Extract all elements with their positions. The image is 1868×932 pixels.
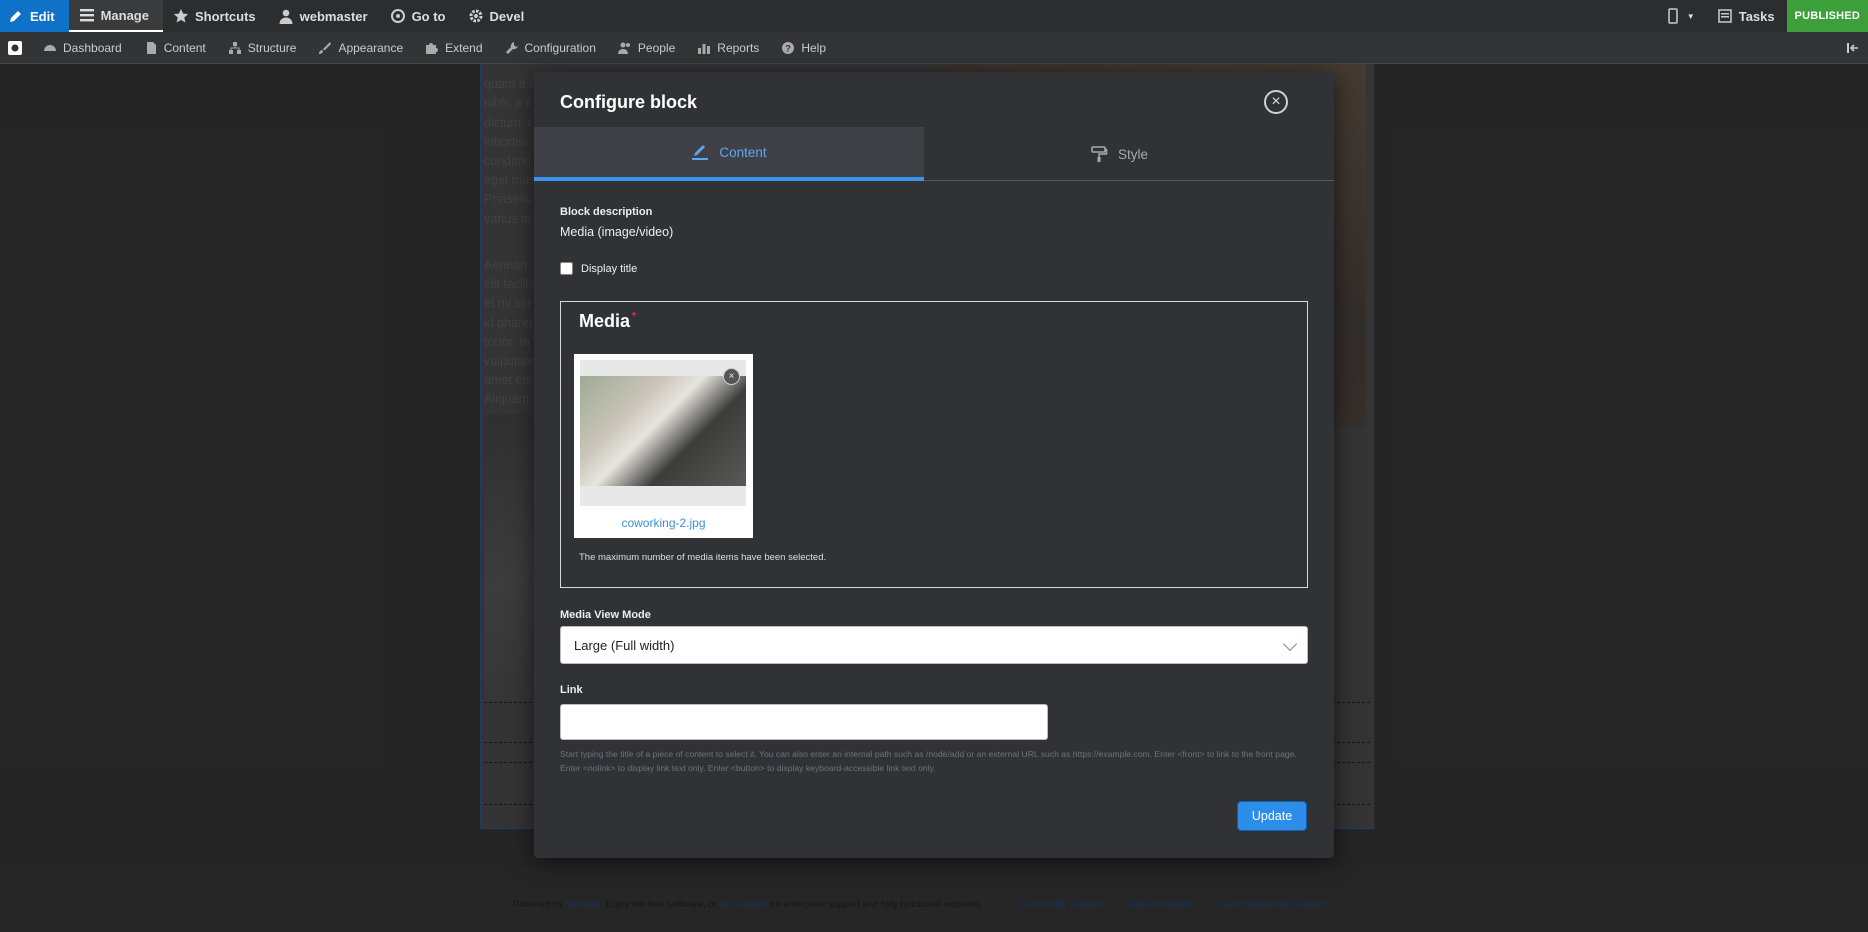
- shortcuts-tab[interactable]: Shortcuts: [163, 0, 268, 32]
- goto-icon: [390, 9, 405, 23]
- pencil-icon: [692, 145, 709, 160]
- document-icon: [146, 41, 156, 54]
- configure-block-dialog: Configure block × Content Style Block de…: [534, 72, 1334, 858]
- media-fieldset: Media * × coworking-2.jpg The maximum num…: [560, 301, 1308, 588]
- block-description-label: Block description: [560, 206, 653, 218]
- tasks-tab[interactable]: Tasks: [1707, 0, 1787, 32]
- tray-item-structure[interactable]: Structure: [217, 32, 308, 64]
- user-tab[interactable]: webmaster: [268, 0, 380, 32]
- admin-toolbar: Edit Manage Shortcuts webmaster Go to De…: [0, 0, 1868, 32]
- media-preview-image: [580, 376, 746, 486]
- tasks-label: Tasks: [1738, 8, 1775, 24]
- media-filename[interactable]: coworking-2.jpg: [574, 516, 753, 530]
- wrench-icon: [505, 41, 518, 54]
- update-button[interactable]: Update: [1237, 801, 1307, 831]
- tab-style[interactable]: Style: [924, 127, 1314, 181]
- view-mode-value: Large (Full width): [574, 637, 675, 653]
- required-marker: *: [632, 311, 636, 322]
- people-icon: [617, 42, 630, 54]
- tray-item-label: Structure: [247, 40, 297, 55]
- tray-item-dashboard[interactable]: Dashboard: [32, 32, 133, 64]
- block-description-value: Media (image/video): [560, 225, 674, 239]
- tray-item-label: Extend: [445, 40, 483, 55]
- media-item[interactable]: × coworking-2.jpg: [574, 354, 753, 538]
- link-label: Link: [560, 684, 583, 696]
- link-input[interactable]: [560, 704, 1048, 740]
- edit-label: Edit: [30, 8, 55, 24]
- status-badge: PUBLISHED: [1786, 0, 1868, 32]
- dashboard-icon: [44, 44, 56, 51]
- media-legend-label: Media: [579, 311, 631, 331]
- puzzle-icon: [426, 42, 439, 54]
- paint-roller-icon: [1091, 146, 1108, 162]
- pencil-icon: [10, 11, 21, 22]
- svg-text:?: ?: [786, 43, 792, 53]
- help-icon: ?: [782, 41, 795, 54]
- tab-label: Content: [719, 144, 767, 160]
- edit-toggle[interactable]: Edit: [0, 0, 69, 32]
- user-icon: [279, 9, 293, 24]
- tab-content[interactable]: Content: [534, 127, 924, 181]
- close-button[interactable]: ×: [1264, 90, 1288, 114]
- tray-item-extend[interactable]: Extend: [414, 32, 493, 64]
- view-mode-label: Media View Mode: [560, 609, 651, 621]
- user-label: webmaster: [299, 8, 368, 24]
- bar-chart-icon: [698, 43, 711, 54]
- devel-label: Devel: [489, 8, 525, 24]
- tray-item-label: Reports: [717, 40, 760, 55]
- caret-down-icon: ▼: [1686, 11, 1695, 21]
- chevron-down-icon: [1282, 636, 1298, 652]
- view-mode-select[interactable]: Large (Full width): [560, 626, 1308, 664]
- devel-tab[interactable]: Devel: [458, 0, 537, 32]
- structure-icon: [228, 41, 241, 54]
- collapse-sidebar-icon: [1847, 42, 1858, 53]
- tray-item-label: Configuration: [524, 40, 596, 55]
- close-icon: ×: [728, 371, 735, 382]
- tray-item-content[interactable]: Content: [133, 32, 217, 64]
- responsive-preview-button[interactable]: ▼: [1655, 0, 1707, 32]
- tray-orientation-toggle[interactable]: [1835, 32, 1868, 64]
- tab-label: Style: [1117, 146, 1148, 162]
- dialog-title: Configure block: [560, 92, 698, 112]
- brush-icon: [319, 41, 332, 54]
- gear-icon: [469, 9, 482, 23]
- manage-tab[interactable]: Manage: [68, 0, 163, 32]
- close-icon: ×: [1271, 93, 1281, 110]
- media-legend: Media *: [579, 311, 636, 332]
- dialog-tabs: Content Style: [534, 127, 1334, 181]
- tray-item-label: People: [637, 40, 676, 55]
- link-help-text: Start typing the title of a piece of con…: [560, 749, 1297, 773]
- tasks-icon: [1717, 9, 1732, 23]
- manage-label: Manage: [100, 7, 149, 23]
- admin-tray: Dashboard Content Structure Appearance E…: [0, 32, 1868, 64]
- tray-item-label: Help: [801, 40, 826, 55]
- tray-item-appearance[interactable]: Appearance: [307, 32, 414, 64]
- star-icon: [173, 9, 189, 23]
- home-logo[interactable]: [0, 32, 32, 64]
- remove-media-button[interactable]: ×: [723, 368, 740, 385]
- drupal-logo-icon: [8, 40, 22, 55]
- device-icon: [1668, 8, 1678, 24]
- tray-item-label: Dashboard: [63, 40, 122, 55]
- media-limit-notice: The maximum number of media items have b…: [579, 552, 827, 563]
- media-thumbnail: ×: [580, 360, 746, 506]
- display-title-field: Display title: [560, 262, 637, 275]
- shortcuts-label: Shortcuts: [194, 8, 256, 24]
- display-title-checkbox[interactable]: [560, 262, 573, 275]
- display-title-label: Display title: [581, 262, 638, 275]
- tray-item-label: Content: [163, 40, 206, 55]
- goto-label: Go to: [411, 8, 446, 24]
- goto-tab[interactable]: Go to: [380, 0, 458, 32]
- hamburger-icon: [79, 9, 94, 22]
- tray-item-label: Appearance: [338, 40, 404, 55]
